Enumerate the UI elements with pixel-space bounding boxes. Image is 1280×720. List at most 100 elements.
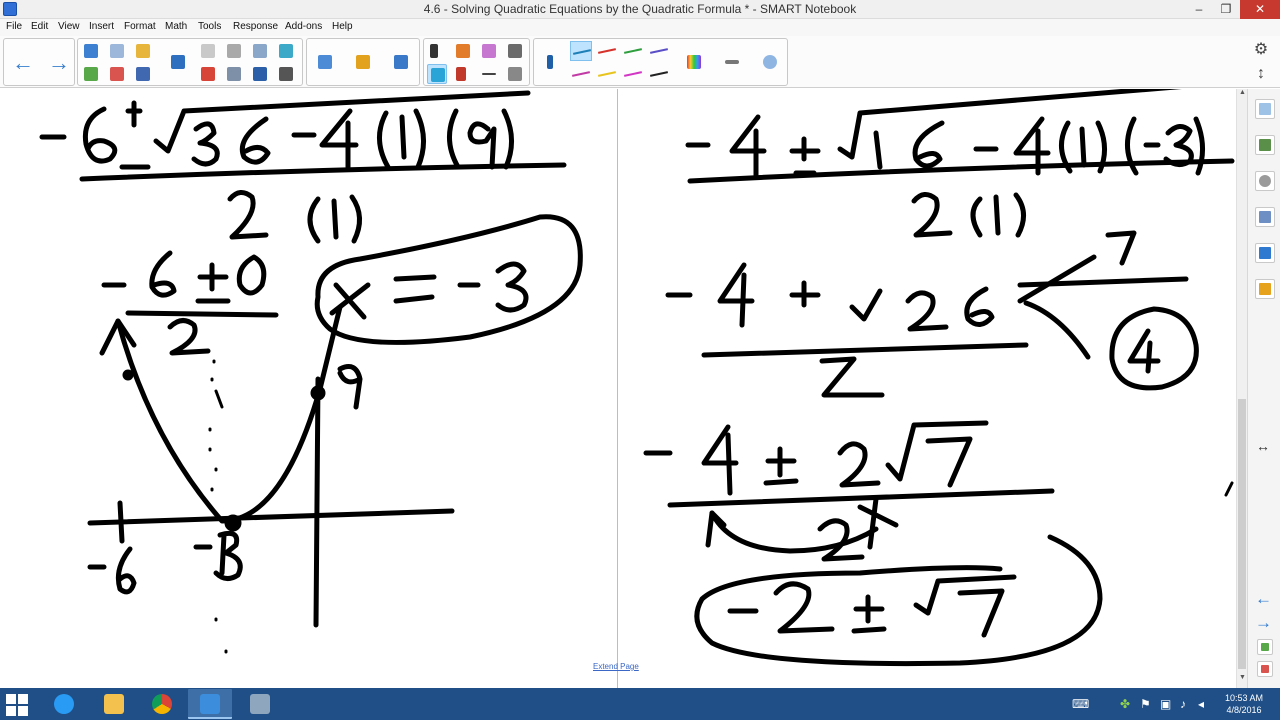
left-formula-numerator (39, 90, 531, 170)
pen-swatch-blue[interactable] (570, 41, 592, 61)
start-button-icon[interactable] (6, 694, 28, 716)
pen-swatch-magenta[interactable] (570, 64, 592, 84)
menu-math[interactable]: Math (165, 21, 187, 32)
smart-notebook-icon[interactable] (188, 689, 232, 719)
pen-icon[interactable] (540, 52, 560, 72)
line-style-icon[interactable] (722, 52, 742, 72)
clock-time: 10:53 AM (1224, 693, 1264, 703)
select-icon[interactable] (427, 41, 447, 61)
screen-shade-icon[interactable] (250, 41, 270, 61)
extend-page-link[interactable]: Extend Page (593, 662, 639, 671)
smart-tools-icon[interactable] (238, 689, 282, 719)
taskbar-clock[interactable]: 10:53 AM 4/8/2016 (1219, 692, 1269, 716)
open-file-icon[interactable] (133, 41, 153, 61)
undo-icon[interactable] (81, 41, 101, 61)
settings-icon[interactable]: ⚙ (1246, 38, 1276, 62)
menu-tools[interactable]: Tools (198, 21, 221, 32)
next-page-side-icon[interactable]: → (1255, 613, 1272, 633)
chrome-icon[interactable] (140, 689, 184, 719)
lesson-activity-icon[interactable] (353, 52, 373, 72)
pen-swatch-purple[interactable] (648, 41, 670, 61)
magic-pen-icon[interactable] (760, 52, 780, 72)
scroll-thumb[interactable] (1238, 399, 1246, 669)
vertical-scrollbar[interactable]: ▲ ▼ (1236, 89, 1247, 688)
delete-page-icon[interactable] (107, 64, 127, 84)
menu-insert[interactable]: Insert (89, 21, 114, 32)
volume-icon[interactable]: ◂ (1198, 697, 1204, 711)
capture-icon[interactable] (250, 64, 270, 84)
right-answer-circle (694, 534, 1103, 667)
resize-sidebar-icon[interactable]: ↔ (1256, 438, 1270, 454)
file-explorer-icon[interactable] (92, 689, 136, 719)
navigation-group: ← → (3, 38, 75, 86)
page-sorter-icon[interactable] (1255, 99, 1275, 119)
menu-response[interactable]: Response (233, 21, 278, 32)
add-page-icon[interactable] (81, 64, 101, 84)
left-formula-denominator (227, 190, 362, 244)
attachments-icon[interactable] (1255, 171, 1275, 191)
addons-icon[interactable] (1255, 243, 1275, 263)
delete-page-side-icon[interactable] (1257, 661, 1273, 677)
menu-help[interactable]: Help (332, 21, 353, 32)
pen-swatch-yellow[interactable] (596, 64, 618, 84)
gallery-icon[interactable] (1255, 135, 1275, 155)
properties-icon[interactable] (1255, 207, 1275, 227)
audio-icon[interactable]: ♪ (1180, 697, 1186, 711)
previous-page-side-icon[interactable]: ← (1255, 589, 1272, 609)
properties-icon[interactable] (505, 64, 525, 84)
menu-view[interactable]: View (58, 21, 80, 32)
maximize-button[interactable]: ❐ (1213, 0, 1239, 19)
math-icon[interactable] (315, 52, 335, 72)
menu-file[interactable]: File (6, 21, 22, 32)
shapes-icon[interactable] (453, 41, 473, 61)
previous-page-icon[interactable]: ← (12, 52, 34, 74)
notebook-page-canvas[interactable]: Extend Page (0, 89, 1236, 688)
color-palette-icon[interactable] (684, 52, 704, 72)
keyboard-icon[interactable]: ⌨ (1072, 697, 1089, 711)
table-grid-icon[interactable] (224, 64, 244, 84)
save-icon[interactable] (133, 64, 153, 84)
lines-icon[interactable] (479, 64, 499, 84)
right-page-edge-mark (1224, 481, 1234, 497)
side-tab-bar: ↔ ← → (1247, 89, 1280, 688)
text-icon[interactable] (453, 64, 473, 84)
camera-icon[interactable] (276, 64, 296, 84)
right-formula-denominator (911, 192, 1026, 238)
smart-board-tray-icon[interactable]: ✤ (1120, 697, 1130, 711)
fullscreen-icon[interactable] (276, 41, 296, 61)
menu-bar: File Edit View Insert Format Math Tools … (0, 19, 1280, 36)
display-screen-icon[interactable] (168, 52, 188, 72)
internet-explorer-icon[interactable] (42, 689, 86, 719)
network-icon[interactable]: ▣ (1160, 697, 1171, 711)
action-center-icon[interactable]: ⚑ (1140, 697, 1151, 711)
table-icon[interactable] (224, 41, 244, 61)
title-bar: 4.6 - Solving Quadratic Equations by the… (0, 0, 1280, 19)
menu-addons[interactable]: Add-ons (285, 21, 322, 32)
pen-swatch-green[interactable] (622, 41, 644, 61)
main-toolbar: ← → (0, 36, 1280, 88)
pen-swatch-black-dashed[interactable] (648, 64, 670, 84)
next-page-icon[interactable]: → (48, 52, 70, 74)
right-step-2 (665, 230, 1199, 398)
eraser-icon[interactable] (479, 41, 499, 61)
paste-icon[interactable] (198, 41, 218, 61)
pens-icon[interactable] (427, 64, 447, 84)
window-title: 4.6 - Solving Quadratic Equations by the… (423, 2, 857, 16)
handwriting-ink (39, 89, 1235, 667)
clock-date: 4/8/2016 (1226, 705, 1262, 715)
close-button[interactable]: ✕ (1240, 0, 1280, 19)
move-toolbar-icon[interactable]: ↕ (1246, 62, 1276, 86)
lesson-activity-builder-icon[interactable] (1255, 279, 1275, 299)
add-page-side-icon[interactable] (1257, 639, 1273, 655)
menu-edit[interactable]: Edit (31, 21, 48, 32)
windows-taskbar: ⌨ ✤ ⚑ ▣ ♪ ◂ 10:53 AM 4/8/2016 (0, 688, 1280, 720)
left-parabola-sketch (87, 304, 455, 628)
menu-format[interactable]: Format (124, 21, 156, 32)
minimize-button[interactable]: – (1186, 0, 1212, 19)
pen-swatch-red[interactable] (596, 41, 618, 61)
delete-icon[interactable] (198, 64, 218, 84)
redo-icon[interactable] (107, 41, 127, 61)
pen-swatch-pink[interactable] (622, 64, 644, 84)
fill-icon[interactable] (505, 41, 525, 61)
addons-icon[interactable] (391, 52, 411, 72)
